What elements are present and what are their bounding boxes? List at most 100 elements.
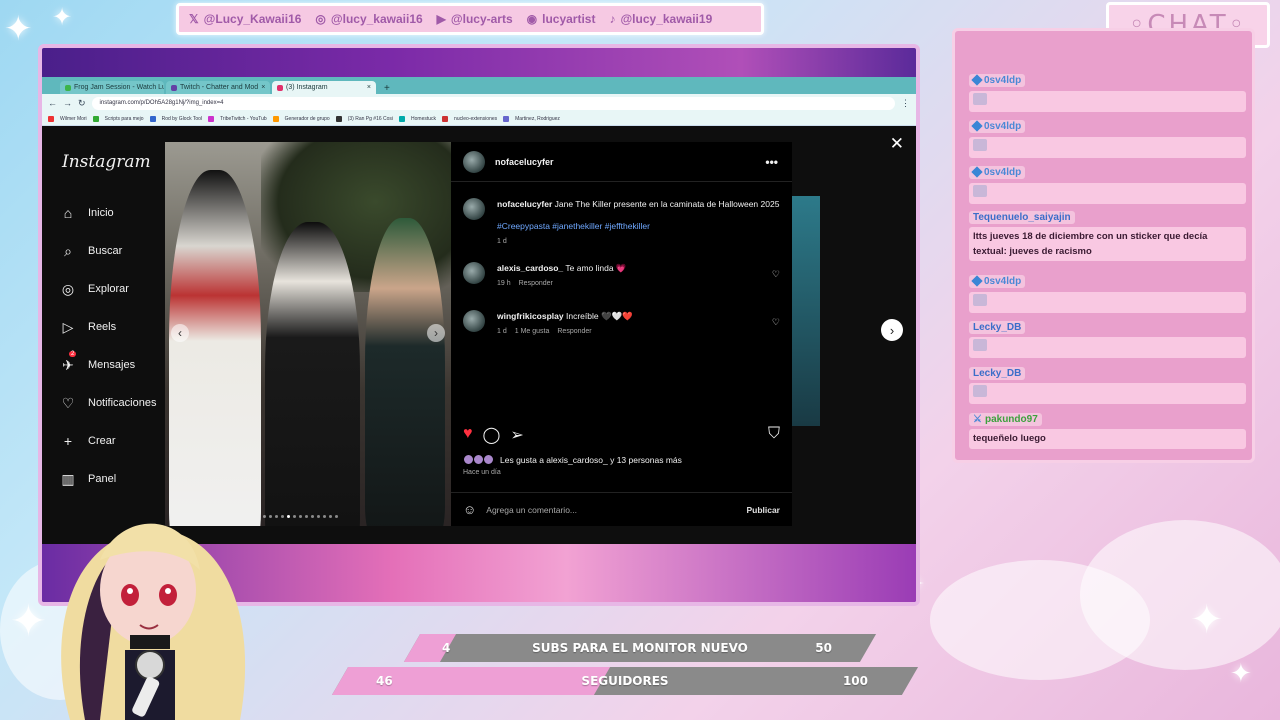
nav-glyph: ▷ — [62, 318, 74, 335]
nav-label: Reels — [88, 321, 117, 333]
nav-label: Notificaciones — [88, 397, 157, 409]
nav-item-explorar[interactable]: ◎ Explorar — [60, 280, 156, 298]
chat-bubble: ltts jueves 18 de diciembre con un stick… — [969, 227, 1246, 261]
bookmark-item[interactable]: Homestuck — [411, 116, 436, 122]
browser-tab[interactable]: (3) Instagram × — [272, 81, 376, 94]
discord-icon: ◉ — [526, 12, 538, 26]
chat-bubble — [969, 383, 1246, 404]
save-bookmark-icon[interactable]: ⛉ — [768, 425, 780, 445]
social-link[interactable]: ▶ @lucy-arts — [437, 12, 513, 26]
chat-username[interactable]: 0sv4ldp — [969, 274, 1026, 288]
bookmark-item[interactable]: nucleo-extensiones — [454, 116, 497, 122]
nav-item-inicio[interactable]: ⌂ Inicio — [60, 204, 156, 222]
instagram-logo[interactable]: Instagram — [62, 152, 151, 172]
chat-username[interactable]: ⚔ pakundo97 — [969, 413, 1042, 426]
emoji-icon[interactable]: ☺ — [463, 502, 476, 517]
chat-username[interactable]: 0sv4ldp — [969, 119, 1026, 133]
chat-message: 0sv4ldp — [969, 71, 1246, 112]
browser-tab[interactable]: Twitch - Chatter and Mod × — [166, 81, 270, 94]
comment-like-heart-icon[interactable]: ♡ — [772, 268, 780, 290]
caption-hashtags[interactable]: #Creepypasta #janethekiller #jeffthekill… — [497, 220, 780, 232]
share-icon[interactable]: ➢ — [510, 425, 523, 445]
chat-username[interactable]: Lecky_DB — [969, 321, 1026, 334]
chat-username[interactable]: 0sv4ldp — [969, 165, 1026, 179]
new-tab-button[interactable]: + — [378, 83, 396, 94]
reload-icon[interactable]: ↻ — [78, 98, 86, 109]
comment-text: Increíble 🖤🤍❤️ — [565, 311, 633, 321]
followers-target: 100 — [842, 674, 868, 688]
bookmark-item[interactable]: Generador de grupo — [285, 116, 330, 122]
social-handle: @lucy_kawaii19 — [620, 12, 713, 26]
likes-summary[interactable]: Les gusta a alexis_cardoso_ y 13 persona… — [463, 454, 682, 465]
nav-label: Buscar — [88, 245, 123, 257]
social-link[interactable]: 𝕏 @Lucy_Kawaii16 — [189, 12, 301, 26]
nav-item-notificaciones[interactable]: ♡ Notificaciones — [60, 394, 157, 412]
bookmark-item[interactable]: Scripts para mejo — [105, 116, 144, 122]
comment-input[interactable]: Agrega un comentario... — [486, 505, 577, 515]
bookmark-item[interactable]: Rod by Glock Tool — [162, 116, 202, 122]
url-input[interactable]: instagram.com/p/DOh5A28g1Nj/?img_index=4 — [91, 96, 895, 110]
chat-username[interactable]: Lecky_DB — [969, 367, 1026, 380]
bookmark-favicon-icon — [399, 115, 406, 122]
reply-button[interactable]: Responder — [519, 278, 553, 290]
x-logo-icon: 𝕏 — [189, 12, 199, 26]
tab-close-icon[interactable]: × — [261, 84, 265, 91]
search-icon: ⌕ — [60, 243, 76, 260]
social-links-bar: 𝕏 @Lucy_Kawaii16 ◎ @lucy_kawaii16 ▶ @lucy-art… — [176, 3, 764, 35]
next-post-button[interactable]: › — [881, 319, 903, 341]
post-photo[interactable]: ‹ › — [165, 142, 451, 526]
social-link[interactable]: ♪ @lucy_kawaii19 — [609, 12, 712, 26]
back-icon[interactable]: ← — [48, 98, 57, 108]
avatar[interactable] — [463, 262, 485, 284]
extensions-icon[interactable]: ⋮ — [901, 98, 910, 109]
social-link[interactable]: ◎ @lucy_kawaii16 — [315, 12, 422, 26]
comment-likes[interactable]: 1 Me gusta — [515, 326, 550, 338]
nav-item-buscar[interactable]: ⌕ Buscar — [60, 242, 156, 260]
tab-close-icon[interactable]: × — [367, 84, 371, 91]
avatar[interactable] — [463, 198, 485, 220]
publish-button[interactable]: Publicar — [746, 505, 780, 515]
bookmark-item[interactable]: (3) Ran Pg #16 Cosi — [348, 116, 393, 122]
comment-row: alexis_cardoso_ Te amo linda 💗 19 h Respon… — [451, 262, 792, 290]
post-actions: ♥ ◯ ➢ ⛉ — [463, 425, 780, 445]
bookmark-item[interactable]: Martinez, Rodriguez — [515, 116, 560, 122]
nav-item-mensajes[interactable]: ✈ 2 Mensajes — [60, 350, 156, 374]
sparkle-icon: ✦ — [52, 4, 73, 31]
comment-username[interactable]: wingfrikicosplay — [497, 311, 564, 321]
bookmarks-bar: Wilmer Mori Scripts para mejo Rod by Glock… — [42, 112, 916, 126]
forward-icon[interactable]: → — [63, 98, 72, 108]
like-heart-icon[interactable]: ♥ — [463, 425, 473, 445]
close-icon[interactable]: ✕ — [890, 134, 904, 154]
caption-username[interactable]: nofacelucyfer — [497, 199, 552, 209]
nav-item-reels[interactable]: ▷ Reels — [60, 318, 156, 336]
chat-message: Lecky_DB — [969, 363, 1246, 404]
browser-tab[interactable]: Frog Jam Session - Watch Lucy× — [60, 81, 164, 94]
notification-badge: 2 — [69, 350, 77, 357]
comment-like-heart-icon[interactable]: ♡ — [772, 316, 780, 338]
social-link[interactable]: ◉ lucyartist — [527, 12, 596, 26]
nav-item-crear[interactable]: + Crear — [60, 432, 156, 450]
tab-label: Frog Jam Session - Watch Lucy — [74, 84, 164, 91]
bookmark-item[interactable]: Wilmer Mori — [60, 116, 87, 122]
gem-badge-icon — [971, 166, 983, 178]
post-username[interactable]: nofacelucyfer — [495, 157, 554, 167]
nav-item-panel[interactable]: ▥ Panel — [60, 470, 156, 488]
comment-row: wingfrikicosplay Increíble 🖤🤍❤️ 1 d 1 Me g… — [451, 310, 792, 338]
avatar[interactable] — [463, 150, 485, 173]
carousel-next-button[interactable]: › — [427, 324, 445, 342]
chat-username[interactable]: Tequenuelo_saiyajin — [969, 211, 1075, 224]
nav-label: Inicio — [88, 207, 114, 219]
more-options-icon[interactable]: ••• — [765, 155, 778, 169]
chat-username[interactable]: 0sv4ldp — [969, 73, 1026, 87]
chat-message: ⚔ pakundo97 tequeñelo luego — [969, 409, 1246, 449]
comment-username[interactable]: alexis_cardoso_ — [497, 263, 563, 273]
reply-button[interactable]: Responder — [557, 326, 591, 338]
post-age: Hace un día — [463, 469, 501, 476]
photo-person — [365, 218, 445, 526]
dashboard-icon: ▥ — [60, 471, 76, 488]
chat-message: 0sv4ldp — [969, 163, 1246, 204]
carousel-prev-button[interactable]: ‹ — [171, 324, 189, 342]
avatar[interactable] — [463, 310, 485, 332]
bookmark-item[interactable]: TribeTwitch - YouTub — [220, 116, 267, 122]
comment-icon[interactable]: ◯ — [483, 425, 501, 445]
